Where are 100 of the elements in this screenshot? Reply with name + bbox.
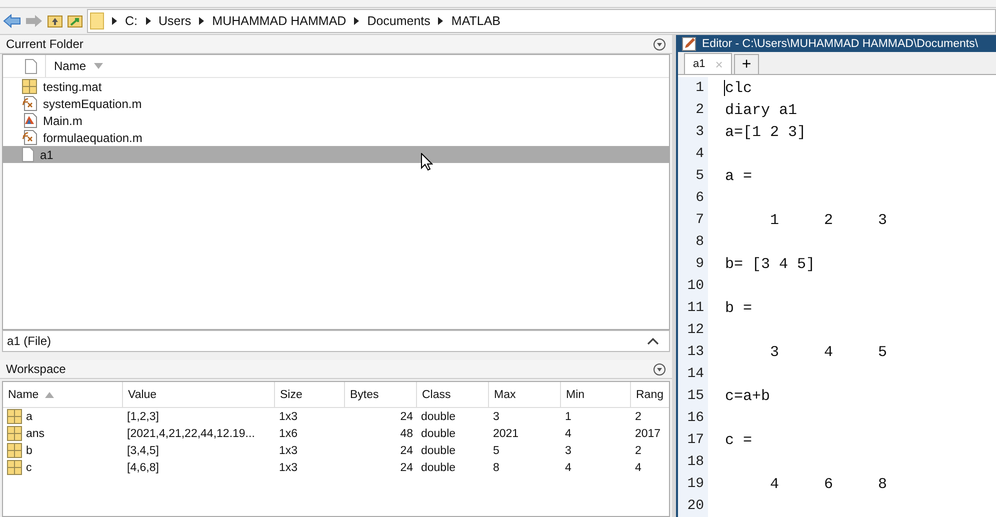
column-header[interactable]: Size: [275, 382, 345, 407]
line-number: 1: [678, 77, 708, 99]
caret-up-icon[interactable]: [647, 337, 659, 345]
table-cell: 48: [400, 428, 413, 440]
column-label: Name: [54, 59, 86, 73]
triangle-icon: [199, 17, 204, 25]
file-name: a1: [40, 148, 54, 162]
function-file-icon: [22, 130, 37, 145]
table-cell: 1x3: [279, 462, 298, 474]
line-number: 3: [678, 121, 708, 143]
path-segment[interactable]: Documents: [367, 14, 430, 28]
line-number: 16: [678, 407, 708, 429]
triangle-icon: [112, 17, 117, 25]
grid-icon: [7, 426, 22, 441]
table-cell: 1x6: [279, 428, 298, 440]
column-header[interactable]: Max: [489, 382, 561, 407]
line-number: 11: [678, 297, 708, 319]
table-cell: 3: [493, 410, 500, 422]
function-file-icon: [22, 96, 37, 111]
grid-icon: [7, 409, 22, 424]
code-line: diary a1: [725, 102, 798, 118]
code-line: 1 2 3: [769, 212, 888, 228]
line-number: 5: [678, 165, 708, 187]
code-line: c=a+b: [725, 388, 770, 404]
panel-title: Workspace: [6, 362, 66, 376]
file-icon: [22, 147, 34, 162]
script-file-icon: [22, 113, 37, 128]
panel-title: Current Folder: [6, 37, 84, 51]
grid-icon: [22, 79, 37, 94]
file-row[interactable]: systemEquation.m: [3, 95, 669, 112]
table-cell: 1: [565, 410, 572, 422]
line-number: 2: [678, 99, 708, 121]
file-icon: [25, 58, 37, 74]
column-header[interactable]: Name: [3, 382, 123, 407]
table-cell: 2: [635, 444, 642, 456]
table-cell: double: [421, 410, 456, 422]
column-header[interactable]: Bytes: [345, 382, 417, 407]
file-row[interactable]: Main.m: [3, 112, 669, 129]
code-line: b =: [725, 300, 752, 316]
line-number: 15: [678, 385, 708, 407]
table-cell: 1x3: [279, 410, 298, 422]
triangle-icon: [438, 17, 444, 25]
folder-up-icon[interactable]: [47, 14, 63, 28]
table-cell: [3,4,5]: [127, 444, 159, 456]
column-header[interactable]: Name: [3, 55, 669, 78]
panel-menu-icon[interactable]: [653, 38, 666, 50]
table-cell: 4: [565, 428, 572, 440]
code-line: 3 4 5: [769, 344, 888, 360]
table-cell: 4: [565, 462, 572, 474]
table-cell: double: [421, 444, 456, 456]
column-header[interactable]: Min: [561, 382, 631, 407]
line-number: 4: [678, 143, 708, 165]
path-segment[interactable]: Users: [158, 14, 192, 28]
line-number: 20: [678, 495, 708, 517]
add-tab-button[interactable]: +: [734, 54, 760, 74]
table-cell: ans: [26, 428, 45, 440]
code-line: a=[1 2 3]: [725, 124, 806, 140]
file-name: Main.m: [43, 114, 82, 128]
table-cell: 2021: [493, 428, 519, 440]
column-header[interactable]: Class: [417, 382, 489, 407]
triangle-icon: [354, 17, 360, 25]
table-cell: c: [26, 462, 32, 474]
pencil-icon: [682, 36, 696, 51]
file-row[interactable]: formulaequation.m: [3, 129, 669, 146]
path-segment[interactable]: MUHAMMAD HAMMAD: [212, 14, 346, 28]
code-line: 4 6 8: [769, 476, 888, 492]
code-line: c =: [725, 432, 752, 448]
back-arrow-icon[interactable]: [3, 14, 21, 28]
address-field[interactable]: C: Users MUHAMMAD HAMMAD Documents MATLAB: [87, 9, 996, 33]
table-cell: 2: [635, 410, 642, 422]
details-label: a1 (File): [7, 334, 52, 348]
table-cell: double: [421, 462, 456, 474]
table-cell: 5: [493, 444, 500, 456]
panel-menu-icon[interactable]: [653, 362, 666, 376]
table-cell: 24: [400, 462, 413, 474]
table-cell: 24: [400, 444, 413, 456]
file-name: systemEquation.m: [43, 96, 142, 110]
file-row[interactable]: a1: [3, 146, 669, 163]
line-number: 9: [678, 253, 708, 275]
code-line: clc: [725, 80, 752, 96]
table-cell: b: [26, 444, 32, 456]
editor-tab[interactable]: a1 ×: [684, 53, 732, 74]
table-cell: [4,6,8]: [127, 462, 159, 474]
column-header[interactable]: Value: [123, 382, 275, 407]
triangle-icon: [146, 17, 150, 25]
folder-browse-icon[interactable]: [67, 14, 83, 28]
sort-arrow-icon: [94, 63, 104, 69]
code-line: a =: [725, 168, 752, 184]
path-segment[interactable]: MATLAB: [451, 14, 501, 28]
line-number: 10: [678, 275, 708, 297]
path-segment[interactable]: C:: [125, 14, 138, 28]
file-row[interactable]: testing.mat: [3, 78, 669, 95]
line-number: 17: [678, 429, 708, 451]
grid-icon: [7, 460, 22, 475]
sort-arrow-icon: [44, 392, 54, 398]
table-cell: 8: [493, 462, 500, 474]
code-line: b= [3 4 5]: [725, 256, 816, 272]
text-cursor: [724, 80, 725, 96]
column-header[interactable]: Rang: [631, 382, 669, 407]
mouse-pointer-icon: [421, 153, 433, 171]
